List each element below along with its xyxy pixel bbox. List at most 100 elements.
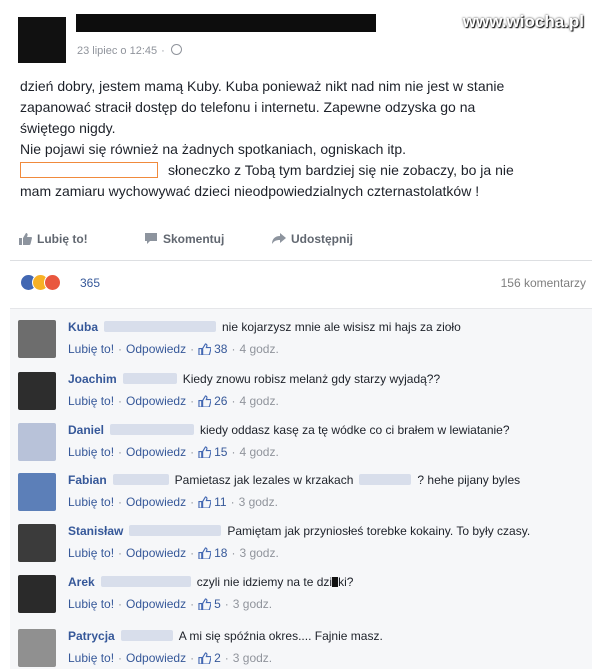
post-line: Nie pojawi się również na żadnych spotka… (20, 141, 406, 157)
post-line: świętego nigdy. (20, 120, 116, 136)
comment-icon (145, 233, 157, 244)
commenter-avatar[interactable] (18, 575, 56, 613)
globe-icon (170, 44, 182, 55)
like-button-label: Lubię to! (37, 232, 88, 246)
reaction-icons[interactable] (20, 274, 74, 291)
comment-reply-link[interactable]: Odpowiedz (126, 342, 186, 356)
comment-time[interactable]: 4 godz. (239, 394, 278, 408)
comment-like-count[interactable]: 38 (214, 342, 227, 356)
comment-like-count[interactable]: 15 (214, 445, 227, 459)
comment-time[interactable]: 3 godz. (233, 651, 272, 665)
watermark: www.wiocha.pl (462, 12, 584, 31)
redacted-surname (110, 424, 195, 435)
thumbs-up-icon (198, 547, 212, 559)
thumbs-up-icon (198, 652, 212, 664)
commenter-avatar[interactable] (18, 473, 56, 511)
comment-like-link[interactable]: Lubię to! (68, 597, 114, 611)
thumbs-up-icon (198, 446, 212, 458)
redacted-surname (120, 630, 173, 641)
comment-reply-link[interactable]: Odpowiedz (126, 495, 186, 509)
comment-text: kiedy oddasz kasę za tę wódke co ci brał… (200, 423, 510, 437)
comment-like-count[interactable]: 5 (214, 597, 221, 611)
comment-text: Pamiętam jak przyniosłeś torebke kokainy… (227, 524, 531, 538)
comment-like-link[interactable]: Lubię to! (68, 394, 114, 408)
commenter-name[interactable]: Stanisław (68, 524, 123, 538)
comment-text: Pamietasz jak lezales w krzakach (174, 473, 354, 487)
thumbs-up-icon (19, 233, 32, 245)
comment-text: nie kojarzysz mnie ale wisisz mi hajs za… (222, 320, 461, 334)
comment-like-link[interactable]: Lubię to! (68, 651, 114, 665)
comment-reply-link[interactable]: Odpowiedz (126, 597, 186, 611)
commenter-avatar[interactable] (18, 372, 56, 410)
comment-head: Fabian Pamietasz jak lezales w krzakach ? … (68, 473, 520, 487)
comment-text: Kiedy znowu robisz melanż gdy starzy wyj… (182, 372, 441, 386)
post-author-avatar[interactable] (18, 17, 66, 63)
comment-meta: Lubię to! · Odpowiedz · 5 · 3 godz. (68, 597, 273, 611)
comment-reply-link[interactable]: Odpowiedz (126, 546, 186, 560)
redacted-surname (122, 373, 177, 384)
redacted-surname (112, 474, 169, 485)
comment-meta: Lubię to! · Odpowiedz · 26 · 4 godz. (68, 394, 279, 408)
comment-meta: Lubię to! · Odpowiedz · 18 · 3 godz. (68, 546, 279, 560)
comment-meta: Lubię to! · Odpowiedz · 38 · 4 godz. (68, 342, 279, 356)
comment-head: Patrycja A mi się spóźnia okres.... Fajni… (68, 629, 383, 643)
comment-like-link[interactable]: Lubię to! (68, 546, 114, 560)
post-timestamp[interactable]: 23 lipiec o 12:45 · (77, 44, 182, 57)
commenter-name[interactable]: Patrycja (68, 629, 115, 643)
comment-head: Daniel kiedy oddasz kasę za tę wódke co c… (68, 423, 510, 437)
comment-text-continued: ki? (338, 575, 354, 589)
post-line: mam zamiaru wychowywać dzieci nieodpowie… (20, 183, 480, 199)
post-timestamp-text: 23 lipiec o 12:45 (77, 45, 158, 57)
reaction-count[interactable]: 365 (80, 276, 100, 290)
redacted-surname (100, 576, 191, 587)
comment-meta: Lubię to! · Odpowiedz · 2 · 3 godz. (68, 651, 273, 665)
commenter-avatar[interactable] (18, 320, 56, 358)
comment-text: A mi się spóźnia okres.... Fajnie masz. (178, 629, 383, 643)
comment-button[interactable]: Skomentuj (144, 232, 224, 246)
comment-text: czyli nie idziemy na te dzi (196, 575, 333, 589)
thumbs-up-icon (198, 496, 212, 508)
comment-like-count[interactable]: 18 (214, 546, 227, 560)
comment-meta: Lubię to! · Odpowiedz · 15 · 4 godz. (68, 445, 279, 459)
comment-like-count[interactable]: 11 (214, 495, 226, 509)
comment-reply-link[interactable]: Odpowiedz (126, 651, 186, 665)
post-line: dzień dobry, jestem mamą Kuby. Kuba poni… (20, 78, 505, 94)
comment-reply-link[interactable]: Odpowiedz (126, 445, 186, 459)
comment-like-count[interactable]: 2 (214, 651, 221, 665)
commenter-name[interactable]: Daniel (68, 423, 104, 437)
comment-time[interactable]: 3 godz. (239, 546, 278, 560)
comment-time[interactable]: 3 godz. (239, 495, 278, 509)
comment-time[interactable]: 4 godz. (239, 342, 278, 356)
redacted-text (359, 474, 412, 485)
post-line: zapanować stracił dostęp do telefonu i i… (20, 99, 476, 115)
comment-like-link[interactable]: Lubię to! (68, 495, 114, 509)
comment-meta: Lubię to! · Odpowiedz · 11 · 3 godz. (68, 495, 278, 509)
commenter-name[interactable]: Arek (68, 575, 95, 589)
comment-reply-link[interactable]: Odpowiedz (126, 394, 186, 408)
comment-time[interactable]: 4 godz. (239, 445, 278, 459)
commenter-avatar[interactable] (18, 423, 56, 461)
comment-count[interactable]: 156 komentarzy (501, 276, 586, 290)
post-line-with-redaction: słoneczko z Tobą tym bardziej się nie zo… (20, 160, 580, 181)
comment-like-count[interactable]: 26 (214, 394, 227, 408)
comment-like-link[interactable]: Lubię to! (68, 445, 114, 459)
comment-like-link[interactable]: Lubię to! (68, 342, 114, 356)
comment-head: Stanisław Pamiętam jak przyniosłeś torebk… (68, 524, 530, 538)
commenter-name[interactable]: Kuba (68, 320, 98, 334)
post-line-text: słoneczko z Tobą tym bardziej się nie zo… (168, 162, 514, 178)
share-button[interactable]: Udostępnij (272, 232, 353, 246)
commenter-avatar[interactable] (18, 524, 56, 562)
comments-section (10, 308, 592, 669)
thumbs-up-icon (198, 598, 212, 610)
comment-time[interactable]: 3 godz. (233, 597, 272, 611)
commenter-avatar[interactable] (18, 629, 56, 667)
post-author-name-redacted[interactable] (76, 14, 376, 32)
commenter-name[interactable]: Fabian (68, 473, 107, 487)
love-reaction-icon (44, 274, 61, 291)
comment-button-label: Skomentuj (163, 232, 225, 246)
like-button[interactable]: Lubię to! (18, 232, 88, 246)
redacted-surname (129, 525, 222, 536)
thumbs-up-icon (198, 395, 212, 407)
redacted-surname (104, 321, 216, 332)
commenter-name[interactable]: Joachim (68, 372, 117, 386)
